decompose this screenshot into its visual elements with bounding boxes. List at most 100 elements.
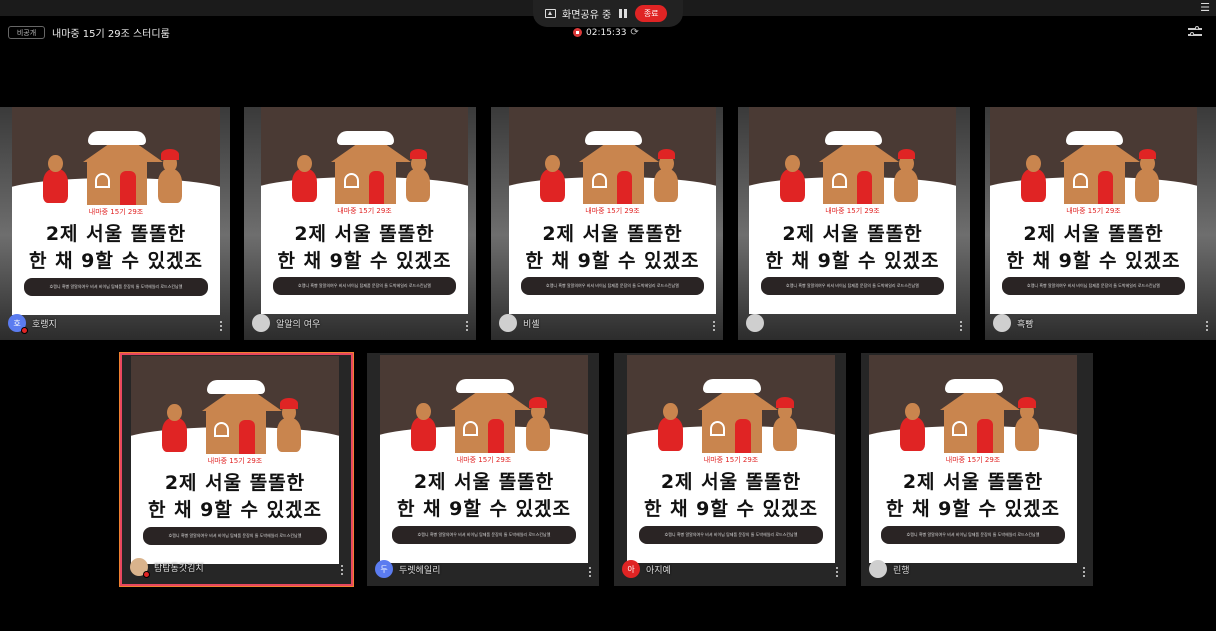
pause-icon[interactable]: [619, 9, 628, 18]
settings-sliders-icon[interactable]: [1188, 26, 1202, 38]
room-title: 내마중 15기 29조 스터디룸: [52, 29, 170, 40]
host-badge: [21, 327, 28, 334]
participant-name-row: 호 호랭지: [8, 314, 57, 334]
poster-headline-line2: 한 채 9할 수 있겠조: [277, 249, 452, 272]
gingerbread-figure-icon: [1133, 148, 1162, 203]
participant-name-row: 비셸: [499, 314, 540, 332]
poster-member-list: 호랭니 흑빵 알알의여우 비셔 비이님 탐제품 문장의 둘 도박헤일리 로드스킨…: [881, 525, 1065, 545]
gingerbread-figure-icon: [1013, 397, 1042, 451]
refresh-icon[interactable]: ⟳: [630, 27, 638, 38]
participant-name: 흑빵: [1017, 319, 1034, 330]
screen-share-icon: [545, 9, 556, 18]
participant-name-row: 탐탐동갓김치: [130, 558, 204, 578]
gingerbread-figure-icon: [290, 154, 319, 203]
gingerbread-house-icon: [450, 379, 531, 453]
participant-tile[interactable]: 내마중 15기 29조 2제 서울 똘똘한 한 채 9할 수 있겠조 호랭니 흑…: [861, 353, 1093, 586]
participant-tile[interactable]: 내마중 15기 29조 2제 서울 똘똘한 한 채 9할 수 있겠조 호랭니 흑…: [738, 107, 970, 340]
gingerbread-figure-icon: [656, 402, 685, 451]
poster-headline-line1: 2제 서울 똘똘한: [413, 471, 555, 494]
participant-tile[interactable]: 내마중 15기 29조 2제 서울 똘똘한 한 채 9할 수 있겠조 호랭니 흑…: [614, 353, 846, 586]
gingerbread-figure-icon: [652, 148, 681, 203]
private-badge: 비공개: [8, 26, 45, 39]
app-window: ☰ 화면공유 중 종료 비공개 내마중 15기 29조 스터디룸 02:15:3…: [0, 0, 1216, 631]
poster-member-list: 호랭니 흑빵 알알의여우 비셔 비이님 탐제품 문장의 둘 도박헤일리 로드스킨…: [1002, 276, 1185, 296]
gingerbread-figure-icon: [156, 149, 185, 203]
participant-tile[interactable]: 내마중 15기 29조 2제 서울 똘똘한 한 채 9할 수 있겠조 호랭니 흑…: [0, 107, 230, 340]
gingerbread-figure-icon: [404, 148, 433, 203]
shared-poster: 내마중 15기 29조 2제 서울 똘똘한 한 채 9할 수 있겠조 호랭니 흑…: [749, 107, 956, 314]
poster-subtitle: 내마중 15기 29조: [585, 207, 640, 216]
gingerbread-figure-icon: [275, 398, 304, 452]
poster-headline-line2: 한 채 9할 수 있겠조: [643, 498, 819, 521]
poster-headline-line1: 2제 서울 똘똘한: [45, 223, 187, 246]
avatar: 두: [375, 560, 393, 578]
gingerbread-house-icon: [1060, 130, 1141, 205]
participant-name-row: 두 두렛헤일리: [375, 560, 440, 578]
gingerbread-house-icon: [819, 130, 900, 205]
gingerbread-figure-icon: [898, 402, 927, 451]
poster-member-list: 호랭니 흑빵 알알의여우 비셔 비이님 탐제품 문장의 둘 도박헤일리 로드스킨…: [273, 276, 456, 296]
gingerbread-figure-icon: [771, 397, 800, 451]
participant-tile[interactable]: 내마중 15기 29조 2제 서울 똘똘한 한 채 9할 수 있겠조 호랭니 흑…: [120, 353, 353, 586]
shared-poster: 내마중 15기 29조 2제 서울 똘똘한 한 채 9할 수 있겠조 호랭니 흑…: [261, 107, 468, 314]
participant-tile[interactable]: 내마중 15기 29조 2제 서울 똘똘한 한 채 9할 수 있겠조 호랭니 흑…: [985, 107, 1216, 340]
poster-headline-line2: 한 채 9할 수 있겠조: [765, 249, 940, 272]
screen-share-bar: 화면공유 중 종료: [533, 0, 683, 27]
poster-headline-line2: 한 채 9할 수 있겠조: [525, 249, 700, 272]
more-options-icon[interactable]: [589, 567, 591, 577]
participant-name-row: 아 아지예: [622, 560, 671, 578]
participant-tile[interactable]: 내마중 15기 29조 2제 서울 똘똘한 한 채 9할 수 있겠조 호랭니 흑…: [491, 107, 723, 340]
more-options-icon[interactable]: [960, 321, 962, 331]
more-options-icon[interactable]: [713, 321, 715, 331]
menu-sort-icon[interactable]: ☰: [1200, 1, 1210, 14]
poster-member-list: 호랭니 흑빵 알알의여우 비셔 비이님 탐제품 문장의 둘 도박헤일리 로드스킨…: [24, 277, 208, 297]
more-options-icon[interactable]: [1083, 567, 1085, 577]
avatar: [252, 314, 270, 332]
shared-poster: 내마중 15기 29조 2제 서울 똘똘한 한 채 9할 수 있겠조 호랭니 흑…: [990, 107, 1197, 314]
participant-name: 두렛헤일리: [399, 565, 441, 576]
poster-subtitle: 내마중 15기 29조: [1066, 207, 1121, 216]
gingerbread-figure-icon: [524, 397, 553, 451]
participant-name: 탐탐동갓김치: [154, 563, 204, 574]
poster-member-list: 호랭니 흑빵 알알의여우 비셔 비이님 탐제품 문장의 둘 도박헤일리 로드스킨…: [143, 526, 327, 546]
poster-member-list: 호랭니 흑빵 알알의여우 비셔 비이님 탐제품 문장의 둘 도박헤일리 로드스킨…: [521, 276, 704, 296]
recording-icon: [573, 28, 582, 37]
participant-name-row: 린행: [869, 560, 910, 578]
poster-subtitle: 내마중 15기 29조: [207, 456, 263, 465]
poster-member-list: 호랭니 흑빵 알알의여우 비셔 비이님 탐제품 문장의 둘 도박헤일리 로드스킨…: [761, 276, 944, 296]
poster-subtitle: 내마중 15기 29조: [945, 455, 1001, 464]
gingerbread-figure-icon: [1019, 154, 1048, 203]
participant-tile[interactable]: 내마중 15기 29조 2제 서울 똘똘한 한 채 9할 수 있겠조 호랭니 흑…: [367, 353, 599, 586]
more-options-icon[interactable]: [220, 321, 222, 331]
gingerbread-house-icon: [201, 380, 282, 454]
poster-headline-line1: 2제 서울 똘똘한: [660, 471, 802, 494]
avatar: [746, 314, 764, 332]
end-share-button[interactable]: 종료: [635, 5, 668, 22]
avatar: [869, 560, 887, 578]
shared-poster: 내마중 15기 29조 2제 서울 똘똘한 한 채 9할 수 있겠조 호랭니 흑…: [131, 356, 339, 564]
avatar: 호: [8, 314, 28, 334]
shared-poster: 내마중 15기 29조 2제 서울 똘똘한 한 채 9할 수 있겠조 호랭니 흑…: [627, 355, 835, 563]
poster-headline-line1: 2제 서울 똘똘한: [902, 471, 1044, 494]
session-timer: 02:15:33: [586, 27, 627, 38]
poster-headline-line1: 2제 서울 똘똘한: [1023, 222, 1164, 245]
poster-subtitle: 내마중 15기 29조: [337, 207, 392, 216]
more-options-icon[interactable]: [466, 321, 468, 331]
gingerbread-house-icon: [331, 130, 412, 205]
gingerbread-figure-icon: [160, 403, 189, 452]
poster-headline-line2: 한 채 9할 수 있겠조: [28, 250, 204, 273]
participant-name-row: 흑빵: [993, 314, 1034, 332]
more-options-icon[interactable]: [836, 567, 838, 577]
participant-tile[interactable]: 내마중 15기 29조 2제 서울 똘똘한 한 채 9할 수 있겠조 호랭니 흑…: [244, 107, 476, 340]
gingerbread-house-icon: [939, 379, 1020, 453]
more-options-icon[interactable]: [341, 565, 343, 575]
gingerbread-house-icon: [82, 131, 163, 205]
host-badge: [143, 571, 150, 578]
gingerbread-figure-icon: [778, 154, 807, 203]
participant-name: 아지예: [646, 565, 671, 576]
gingerbread-figure-icon: [538, 154, 567, 203]
participant-name: 린행: [893, 565, 910, 576]
avatar: 아: [622, 560, 640, 578]
poster-subtitle: 내마중 15기 29조: [703, 455, 759, 464]
more-options-icon[interactable]: [1206, 321, 1208, 331]
